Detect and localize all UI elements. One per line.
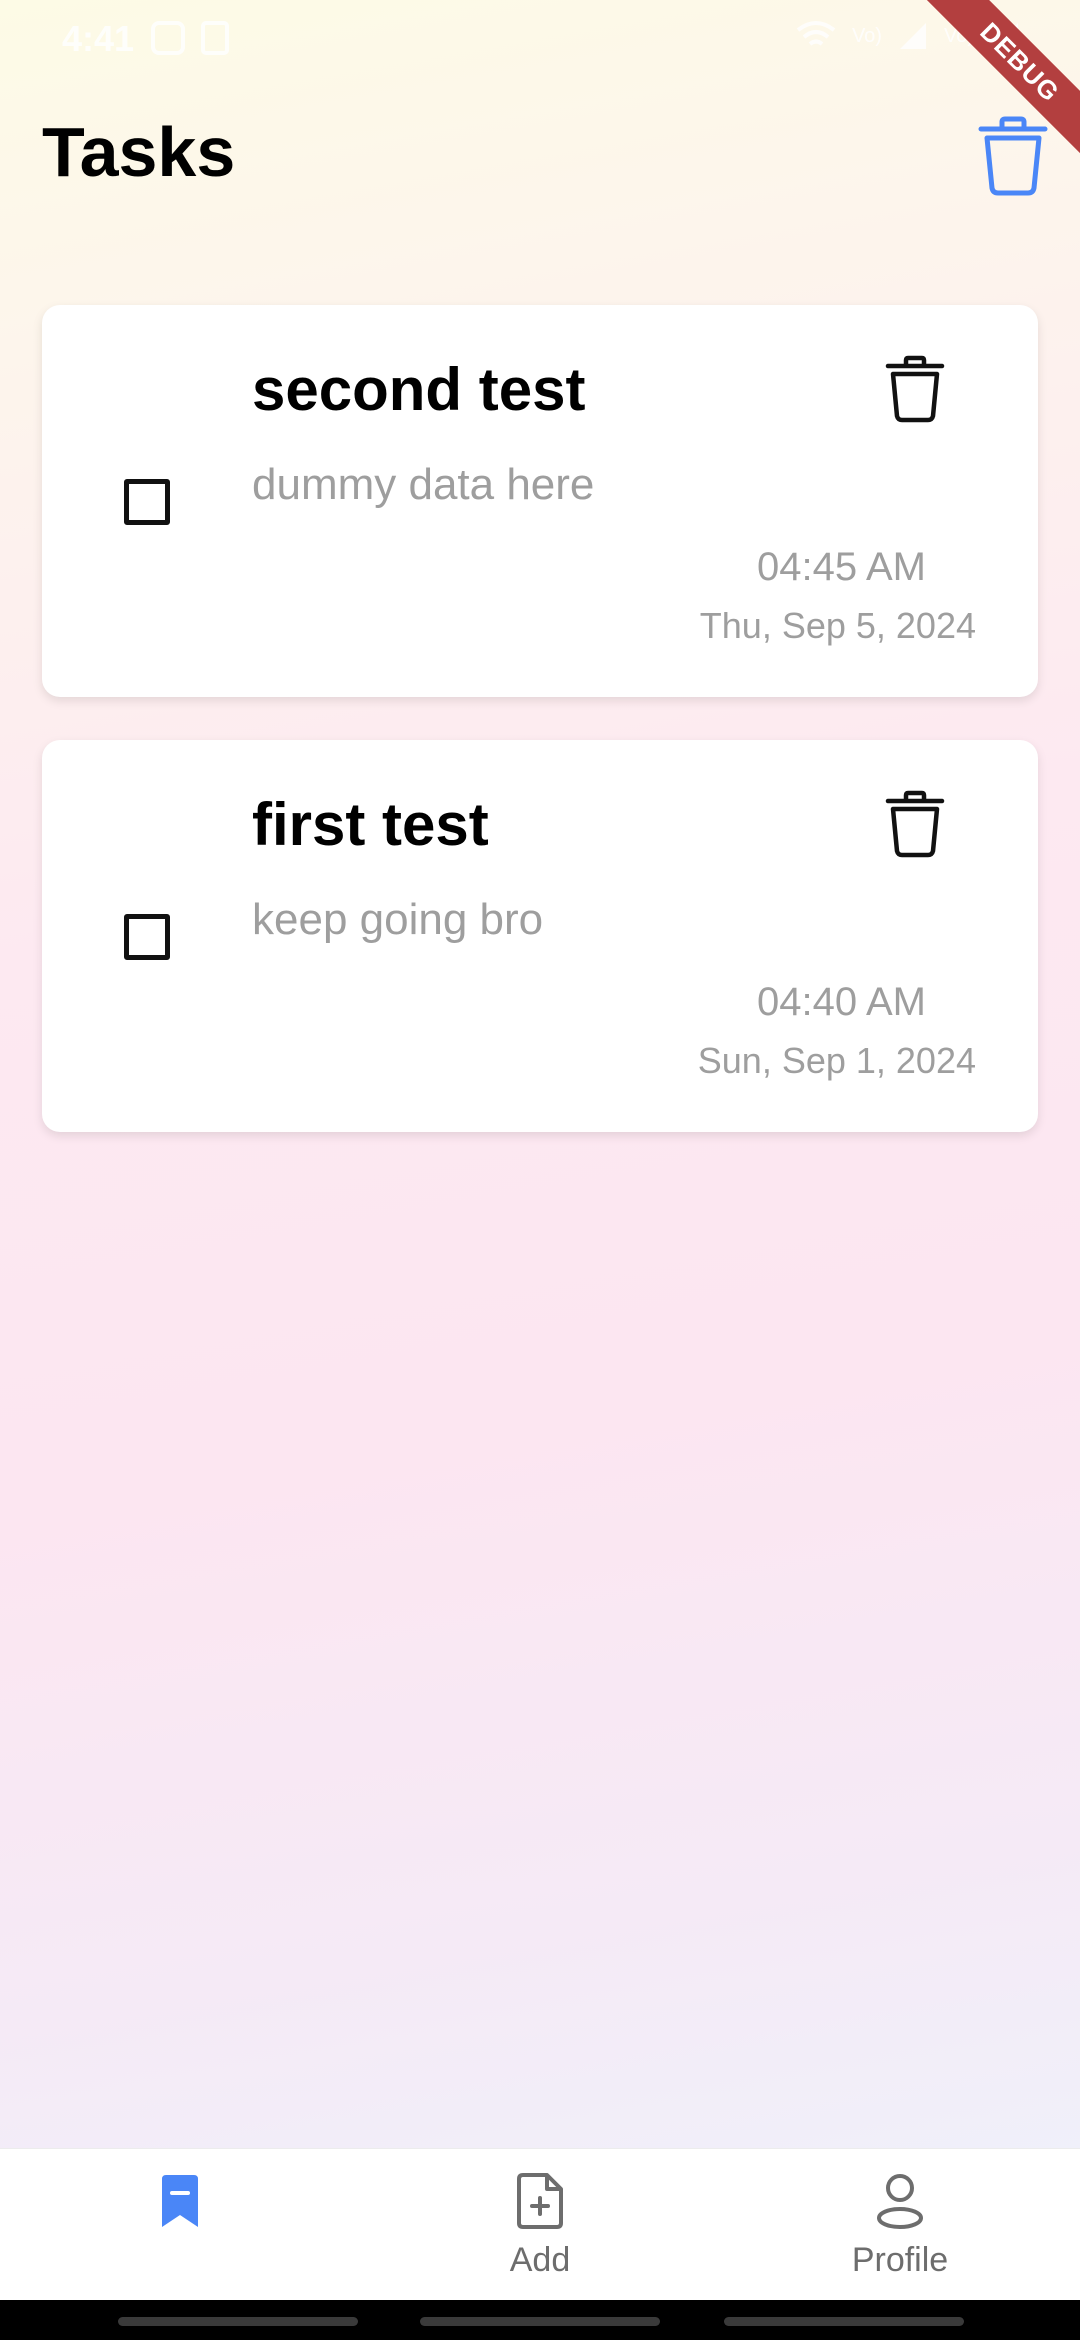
bookmark-icon <box>150 2171 210 2231</box>
signal-icon <box>992 23 1018 49</box>
wifi-icon <box>796 21 836 46</box>
task-checkbox[interactable] <box>124 479 170 525</box>
signal-icon <box>899 23 926 49</box>
system-nav-handle[interactable] <box>724 2317 964 2326</box>
task-description: dummy data here <box>252 460 595 509</box>
system-nav-handle[interactable] <box>118 2317 358 2326</box>
nav-item-profile[interactable]: Profile <box>720 2149 1080 2301</box>
nav-item-tasks[interactable] <box>0 2149 360 2301</box>
task-date: Sun, Sep 1, 2024 <box>697 1040 976 1081</box>
system-navigation-bar <box>0 2300 1080 2340</box>
trash-icon <box>978 116 1048 196</box>
add-file-icon <box>510 2171 570 2231</box>
nav-item-add[interactable]: Add <box>360 2149 720 2301</box>
status-bar: 4:41 Vo) Vo) <box>0 0 1080 80</box>
task-card[interactable]: second test dummy data here 04:45 AM Thu… <box>42 305 1038 697</box>
page-title: Tasks <box>42 113 236 191</box>
network-label-1: Vo) <box>851 24 882 47</box>
network-label-2: Vo) <box>943 24 974 47</box>
status-time: 4:41 <box>62 18 135 59</box>
status-notification-icons <box>150 20 230 56</box>
task-checkbox[interactable] <box>124 914 170 960</box>
bottom-navigation: Add Profile <box>0 2148 1080 2301</box>
nav-label: Profile <box>851 2241 949 2279</box>
task-time: 04:45 AM <box>756 545 926 589</box>
task-delete-button[interactable] <box>880 786 950 862</box>
task-title: second test <box>252 356 586 423</box>
notification-icon <box>151 21 185 55</box>
task-date: Thu, Sep 5, 2024 <box>699 605 976 646</box>
user-icon <box>870 2171 930 2231</box>
status-system-icons: Vo) Vo) <box>796 20 1020 52</box>
sim-icon <box>201 21 229 55</box>
task-time: 04:40 AM <box>756 980 926 1024</box>
task-title: first test <box>252 791 489 858</box>
nav-label: Add <box>509 2241 571 2279</box>
task-card[interactable]: first test keep going bro 04:40 AM Sun, … <box>42 740 1038 1132</box>
task-description: keep going bro <box>252 895 544 944</box>
trash-icon <box>885 355 945 423</box>
clear-all-button[interactable] <box>976 114 1050 198</box>
trash-icon <box>885 790 945 858</box>
system-nav-handle[interactable] <box>420 2317 660 2326</box>
task-delete-button[interactable] <box>880 351 950 427</box>
